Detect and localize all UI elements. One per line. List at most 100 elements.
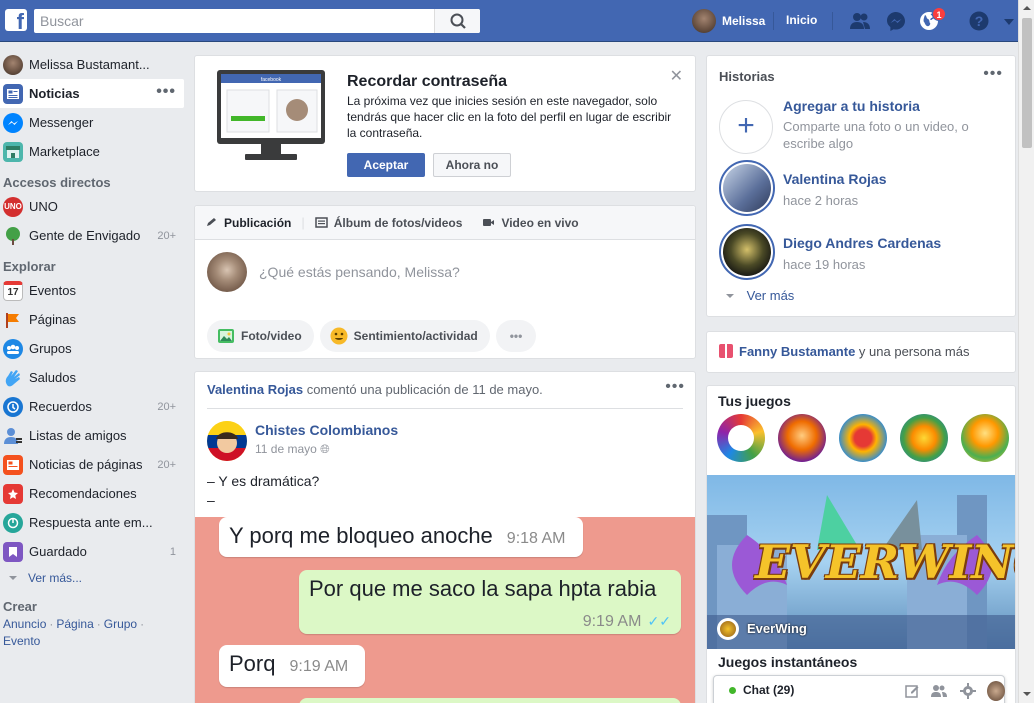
sidebar-item-pages[interactable]: Páginas: [0, 305, 186, 334]
more-options-icon[interactable]: •••: [156, 83, 176, 101]
feeling-activity-button[interactable]: Sentimiento/actividad: [319, 320, 490, 352]
post-image-chat-screenshot[interactable]: Y porq me bloqueo anoche 9:18 AM Por que …: [195, 517, 695, 703]
chat-sidebar-bar[interactable]: Chat (29): [713, 675, 1005, 703]
sidebar-item-friend-lists[interactable]: Listas de amigos: [0, 421, 186, 450]
sidebar-item-pages-feed[interactable]: Noticias de páginas 20+: [0, 450, 186, 479]
facebook-logo-icon[interactable]: f: [5, 9, 27, 31]
create-page-link[interactable]: Página: [56, 617, 93, 631]
pages-feed-icon: [3, 454, 23, 475]
story-thumbnail[interactable]: [719, 160, 775, 216]
page-avatar[interactable]: [207, 421, 247, 461]
create-group-icon[interactable]: [930, 683, 948, 699]
avatar: [692, 9, 716, 33]
accept-button[interactable]: Aceptar: [347, 153, 425, 177]
game-character-icon[interactable]: [778, 414, 826, 462]
sidebar-item-label: UNO: [29, 199, 58, 214]
sidebar-item-news-feed[interactable]: Noticias •••: [0, 79, 184, 108]
scroll-up-icon[interactable]: [1022, 4, 1032, 12]
monitor-brand: facebook: [261, 77, 282, 83]
sidebar-item-recommendations[interactable]: Recomendaciones: [0, 479, 186, 508]
stories-options-icon[interactable]: •••: [983, 65, 1003, 83]
story-item[interactable]: Valentina Rojas hace 2 horas: [783, 171, 886, 209]
add-story-plus-icon[interactable]: +: [719, 100, 773, 154]
help-icon[interactable]: ?: [968, 10, 990, 32]
tab-label: Video en vivo: [501, 215, 579, 230]
scroll-down-icon[interactable]: [1022, 690, 1032, 698]
sidebar-item-events[interactable]: 17 Eventos: [0, 276, 186, 305]
scrollbar-thumb[interactable]: [1022, 18, 1032, 148]
sidebar-item-label: Páginas: [29, 312, 76, 327]
photo-video-button[interactable]: Foto/video: [207, 320, 314, 352]
post-options-icon[interactable]: •••: [665, 378, 685, 396]
sidebar-profile-link[interactable]: Melissa Bustamant...: [0, 50, 186, 79]
separator-dot: ·: [140, 617, 145, 631]
search-button[interactable]: [434, 9, 480, 33]
game-candy-icon[interactable]: [839, 414, 887, 462]
sidebar-item-memories[interactable]: Recuerdos 20+: [0, 392, 186, 421]
birthday-rest: y una persona más: [855, 344, 970, 359]
not-now-button[interactable]: Ahora no: [433, 153, 511, 177]
sidebar-item-crisis-response[interactable]: Respuesta ante em...: [0, 508, 186, 537]
sidebar-item-groups[interactable]: Grupos: [0, 334, 186, 363]
search-input[interactable]: [34, 9, 434, 33]
search-icon: [450, 13, 466, 29]
post-composer: Publicación | Álbum de fotos/videos Vide…: [194, 205, 696, 359]
gear-icon[interactable]: [959, 682, 977, 700]
game-trivia-icon[interactable]: [717, 414, 765, 462]
stories-see-more-link[interactable]: Ver más: [725, 288, 794, 303]
sidebar-item-label: Listas de amigos: [29, 428, 127, 443]
games-title: Tus juegos: [718, 393, 791, 409]
profile-link[interactable]: Melissa: [692, 9, 765, 33]
game-blocks-icon[interactable]: [961, 414, 1009, 462]
profile-name: Melissa: [722, 14, 766, 28]
composer-placeholder[interactable]: ¿Qué estás pensando, Melissa?: [259, 264, 460, 280]
friends-list-icon: [3, 426, 23, 446]
saved-icon: [3, 541, 23, 562]
post-actor-link[interactable]: Valentina Rojas: [207, 382, 303, 397]
tab-label: Publicación: [224, 215, 292, 230]
post-timestamp[interactable]: 11 de mayo 🌐︎: [255, 442, 330, 457]
sidebar-item-marketplace[interactable]: Marketplace: [0, 137, 186, 166]
video-camera-icon: [483, 219, 495, 226]
tab-post[interactable]: Publicación: [205, 216, 291, 230]
new-message-icon[interactable]: [904, 683, 920, 699]
avatar: [207, 252, 247, 292]
sidebar-item-gente-de-envigado[interactable]: Gente de Envigado 20+: [0, 221, 186, 250]
avatar[interactable]: [987, 681, 1005, 701]
more-composer-options-button[interactable]: •••: [495, 320, 537, 352]
create-group-link[interactable]: Grupo: [104, 617, 137, 631]
account-menu-chevron-down-icon[interactable]: [1002, 10, 1016, 32]
crisis-response-icon: [3, 512, 23, 533]
birthday-card[interactable]: Fanny Bustamante y una persona más: [706, 331, 1016, 373]
sidebar-item-greetings[interactable]: Saludos: [0, 363, 186, 392]
game-farm-icon[interactable]: [900, 414, 948, 462]
add-story-link[interactable]: Agregar a tu historia Comparte una foto …: [783, 98, 993, 152]
birthday-name[interactable]: Fanny Bustamante: [739, 344, 855, 359]
story-item[interactable]: Diego Andres Cardenas hace 19 horas: [783, 235, 941, 273]
featured-game-banner[interactable]: EVERWING EverWing: [707, 475, 1015, 649]
item-count: 20+: [157, 400, 176, 413]
sidebar-item-messenger[interactable]: Messenger: [0, 108, 186, 137]
create-ad-link[interactable]: Anuncio: [3, 617, 46, 631]
composer-input-area[interactable]: ¿Qué estás pensando, Melissa?: [195, 240, 695, 304]
home-link[interactable]: Inicio: [786, 13, 817, 27]
close-icon[interactable]: ✕: [670, 66, 683, 86]
message-text: Porq: [229, 651, 276, 676]
sidebar-item-label: Grupos: [29, 341, 72, 356]
friend-requests-icon[interactable]: [849, 10, 871, 32]
divider: [832, 12, 833, 30]
story-thumbnail[interactable]: [719, 224, 775, 280]
sidebar-profile-name: Melissa Bustamant...: [29, 57, 150, 72]
post-text-line: –: [207, 492, 215, 508]
tab-photo-album[interactable]: Álbum de fotos/videos: [315, 216, 462, 230]
messenger-icon[interactable]: [885, 10, 907, 32]
page-scrollbar[interactable]: [1018, 0, 1034, 703]
tab-live-video[interactable]: Video en vivo: [482, 215, 579, 230]
separator-dot: ·: [96, 617, 101, 631]
create-event-link[interactable]: Evento: [3, 634, 40, 648]
see-more-link[interactable]: Ver más...: [0, 566, 186, 590]
page-name-link[interactable]: Chistes Colombianos: [255, 422, 398, 438]
sidebar-item-saved[interactable]: Guardado 1: [0, 537, 186, 566]
sidebar-item-uno[interactable]: UNO UNO: [0, 192, 186, 221]
message-text: Por que me saco la sapa hpta rabia: [309, 576, 657, 601]
